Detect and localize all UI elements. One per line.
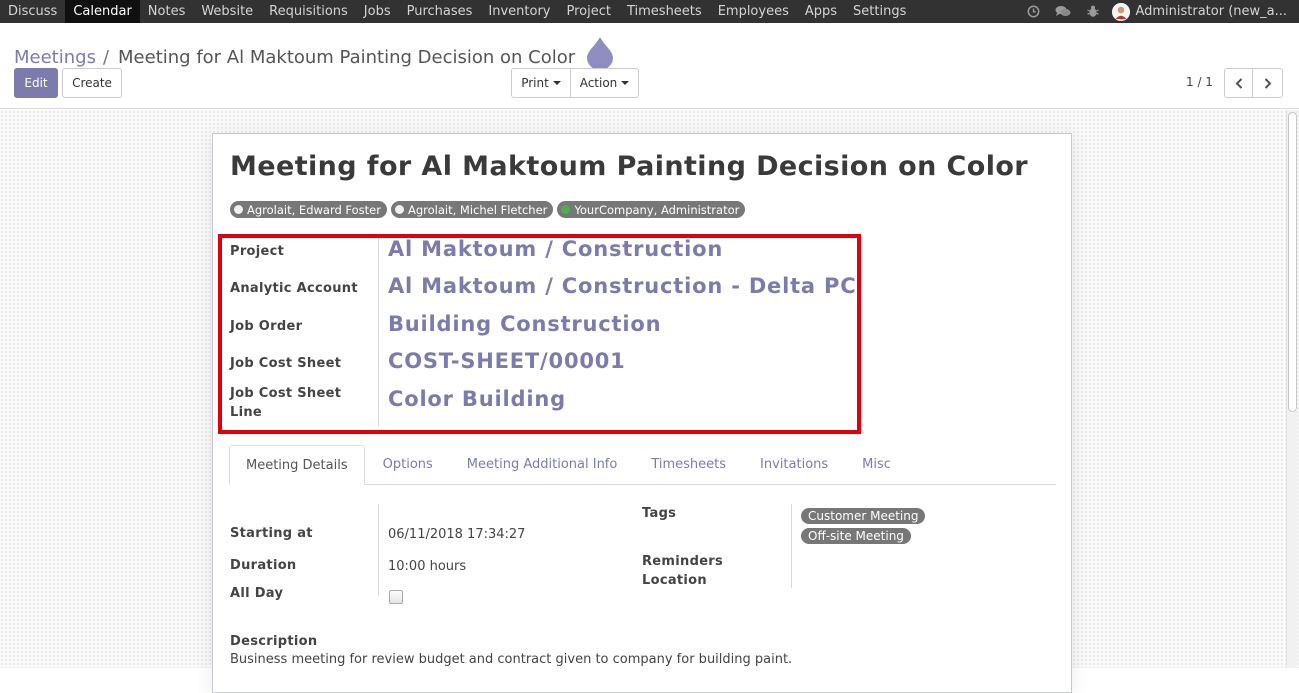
analytic-account-link[interactable]: Al Maktoum / Construction - Delta PC: [388, 274, 856, 298]
pager-next-button[interactable]: [1252, 68, 1283, 98]
nav-requisitions[interactable]: Requisitions: [261, 0, 356, 23]
starting-at-label: Starting at: [230, 526, 313, 541]
print-label: Print: [521, 76, 549, 90]
location-label: Location: [642, 573, 707, 588]
attendee-list: Agrolait, Edward Foster Agrolait, Michel…: [230, 201, 746, 218]
nav-timesheets[interactable]: Timesheets: [619, 0, 710, 23]
print-button[interactable]: Print: [511, 68, 571, 98]
top-navbar: Discuss Calendar Notes Website Requisiti…: [0, 0, 1299, 23]
action-label: Action: [579, 76, 618, 90]
nav-calendar[interactable]: Calendar: [65, 0, 140, 23]
analytic-account-label: Analytic Account: [230, 281, 358, 296]
navbar-systray: Administrator (new_a...: [1018, 0, 1299, 23]
scrollbar-thumb[interactable]: [1288, 112, 1297, 412]
notebook-tabs: Meeting Details Options Meeting Addition…: [229, 444, 1056, 485]
job-cost-sheet-label: Job Cost Sheet: [230, 356, 342, 371]
control-panel: Meetings / Meeting for Al Maktoum Painti…: [0, 23, 1299, 109]
duration-value: 10:00 hours: [388, 559, 467, 574]
edit-button[interactable]: Edit: [14, 68, 58, 98]
job-cost-sheet-line-link[interactable]: Color Building: [388, 387, 566, 411]
tab-options[interactable]: Options: [367, 445, 449, 484]
chat-icon[interactable]: [1048, 0, 1078, 23]
breadcrumb-meetings-link[interactable]: Meetings: [14, 47, 96, 68]
all-day-checkbox[interactable]: [389, 590, 403, 604]
caret-down-icon: [552, 81, 561, 85]
user-name: Administrator (new_a...: [1135, 4, 1287, 19]
tag-badge[interactable]: Off-site Meeting: [801, 528, 911, 544]
nav-notes[interactable]: Notes: [140, 0, 194, 23]
label-line-1: Job Cost Sheet: [230, 386, 342, 401]
starting-at-value: 06/11/2018 17:34:27: [388, 527, 526, 542]
scrollbar[interactable]: [1286, 110, 1297, 668]
breadcrumb-current: Meeting for Al Maktoum Painting Decision…: [118, 47, 576, 68]
nav-discuss[interactable]: Discuss: [0, 0, 65, 23]
nav-inventory[interactable]: Inventory: [480, 0, 558, 23]
attendee-badge[interactable]: YourCompany, Administrator: [557, 201, 746, 218]
caret-down-icon: [621, 81, 630, 85]
details-divider-right: [791, 504, 792, 588]
nav-website[interactable]: Website: [193, 0, 261, 23]
all-day-label: All Day: [230, 586, 284, 601]
attendee-name: Agrolait, Michel Fletcher: [407, 202, 548, 217]
attendee-badge[interactable]: Agrolait, Michel Fletcher: [390, 201, 554, 218]
pager-value[interactable]: 1 / 1: [1186, 75, 1213, 89]
record-title: Meeting for Al Maktoum Painting Decision…: [230, 151, 1029, 182]
project-label: Project: [230, 244, 285, 259]
form-sheet: Meeting for Al Maktoum Painting Decision…: [212, 133, 1072, 693]
form-view-area: Meeting for Al Maktoum Painting Decision…: [0, 110, 1299, 693]
nav-project[interactable]: Project: [559, 0, 619, 23]
details-divider: [378, 504, 379, 596]
chevron-right-icon: [1264, 77, 1271, 89]
job-order-link[interactable]: Building Construction: [388, 312, 661, 336]
breadcrumb-separator: /: [102, 47, 110, 68]
tab-invitations[interactable]: Invitations: [744, 445, 844, 484]
label-line-2: Line: [230, 405, 263, 420]
job-cost-sheet-line-label: Job Cost Sheet Line: [230, 384, 341, 422]
avatar: [1112, 2, 1131, 21]
tab-timesheets[interactable]: Timesheets: [635, 445, 742, 484]
tab-meeting-additional-info[interactable]: Meeting Additional Info: [451, 445, 634, 484]
description-value: Business meeting for review budget and c…: [230, 652, 793, 667]
bug-icon[interactable]: [1078, 0, 1108, 23]
job-order-label: Job Order: [230, 319, 303, 334]
user-menu[interactable]: Administrator (new_a...: [1108, 0, 1299, 23]
attendee-badge[interactable]: Agrolait, Edward Foster: [230, 201, 387, 218]
duration-label: Duration: [230, 558, 297, 573]
clock-icon[interactable]: [1018, 0, 1048, 23]
attendee-name: YourCompany, Administrator: [574, 202, 740, 217]
reminders-label: Reminders: [642, 554, 724, 569]
job-cost-sheet-link[interactable]: COST-SHEET/00001: [388, 349, 626, 373]
field-divider: [378, 238, 379, 426]
nav-apps[interactable]: Apps: [797, 0, 845, 23]
tag-badge[interactable]: Customer Meeting: [801, 508, 926, 524]
tab-misc[interactable]: Misc: [846, 445, 907, 484]
chevron-left-icon: [1235, 77, 1242, 89]
description-label: Description: [230, 634, 318, 649]
status-dot-icon: [561, 205, 571, 214]
attendee-name: Agrolait, Edward Foster: [247, 202, 381, 217]
create-button[interactable]: Create: [62, 68, 122, 98]
nav-purchases[interactable]: Purchases: [399, 0, 481, 23]
status-dot-icon: [234, 205, 243, 214]
pager-previous-button[interactable]: [1224, 68, 1253, 98]
tab-meeting-details[interactable]: Meeting Details: [229, 445, 365, 485]
nav-settings[interactable]: Settings: [845, 0, 914, 23]
project-link[interactable]: Al Maktoum / Construction: [388, 237, 723, 261]
status-dot-icon: [394, 205, 404, 214]
action-button[interactable]: Action: [570, 68, 639, 98]
nav-employees[interactable]: Employees: [710, 0, 797, 23]
tags-label: Tags: [642, 506, 677, 521]
nav-jobs[interactable]: Jobs: [356, 0, 399, 23]
